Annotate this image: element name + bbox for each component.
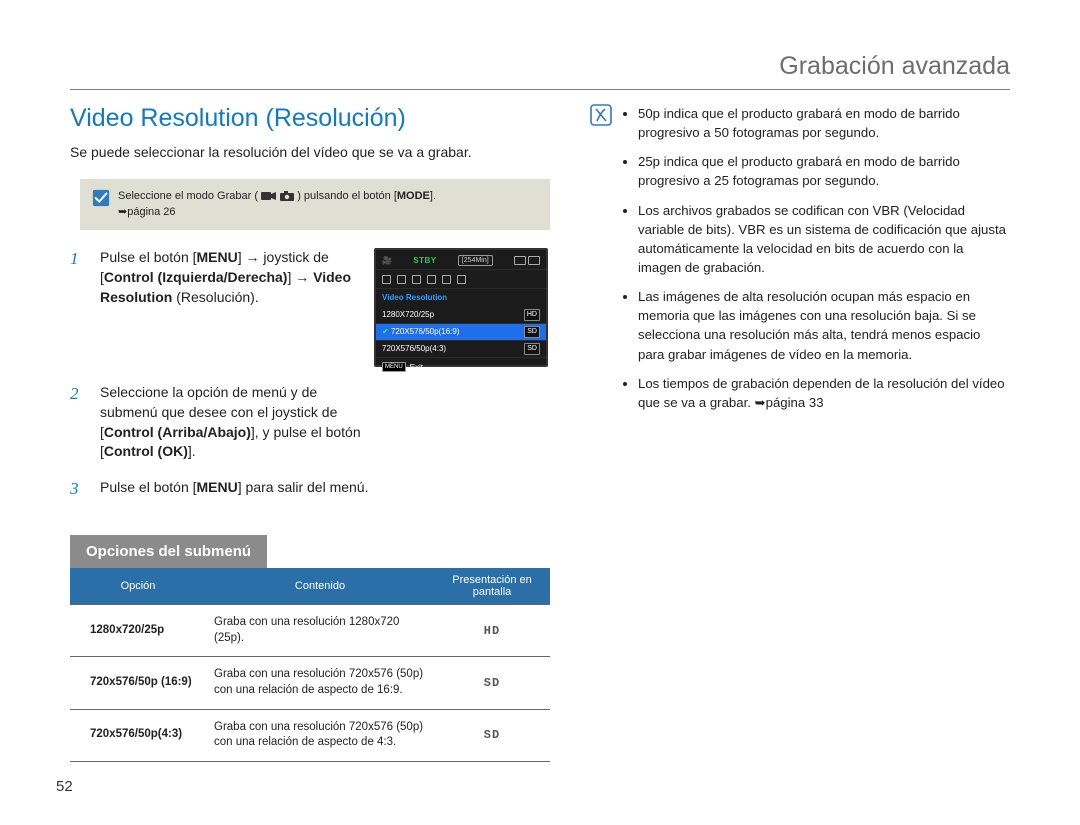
right-column: 50p indica que el producto grabará en mo… xyxy=(590,104,1010,762)
notes-list: 50p indica que el producto grabará en mo… xyxy=(620,104,1010,422)
lead-paragraph: Se puede seleccionar la resolución del v… xyxy=(70,143,550,163)
page-number: 52 xyxy=(56,778,73,795)
lcd-menu-title: Video Resolution xyxy=(376,289,546,306)
table-row: 1280x720/25p Graba con una resolución 12… xyxy=(70,605,550,657)
table-row: 720x576/50p (16:9) Graba con una resoluc… xyxy=(70,657,550,709)
step-2: 2 Seleccione la opción de menú y de subm… xyxy=(70,383,550,461)
status-icons xyxy=(514,256,540,265)
rec-mode-icon: 🎥 xyxy=(382,255,392,266)
section-title: Grabación avanzada xyxy=(70,52,1010,90)
page-ref: ➥página 26 xyxy=(118,206,176,218)
table-row: 720x576/50p(4:3) Graba con una resolució… xyxy=(70,709,550,761)
list-item: Los tiempos de grabación dependen de la … xyxy=(638,374,1010,412)
step-3: 3 Pulse el botón [MENU] para salir del m… xyxy=(70,478,550,498)
step-number: 2 xyxy=(70,383,88,461)
list-item: 25p indica que el producto grabará en mo… xyxy=(638,152,1010,190)
list-item: Los archivos grabados se codifican con V… xyxy=(638,201,1010,278)
remaining-time: [254Min] xyxy=(458,255,493,267)
th-option: Opción xyxy=(70,568,206,605)
step-1: 1 Pulse el botón [MENU] → joystick de [C… xyxy=(70,248,550,367)
lcd-item-selected: ✔ 720X576/50p(16:9)SD xyxy=(376,324,546,341)
two-column-layout: Video Resolution (Resolución) Se puede s… xyxy=(70,104,1010,762)
th-display: Presentación en pantalla xyxy=(434,568,550,605)
lcd-item: 720X576/50p(4:3)SD xyxy=(376,341,546,358)
steps-list: 1 Pulse el botón [MENU] → joystick de [C… xyxy=(70,248,550,497)
stby-label: STBY xyxy=(413,255,436,266)
photo-icon xyxy=(280,190,297,202)
step-number: 3 xyxy=(70,478,88,498)
th-content: Contenido xyxy=(206,568,434,605)
list-item: 50p indica que el producto grabará en mo… xyxy=(638,104,1010,142)
step-number: 1 xyxy=(70,248,88,367)
page-heading: Video Resolution (Resolución) xyxy=(70,104,550,133)
lcd-exit-hint: MENUExit xyxy=(376,358,546,377)
left-column: Video Resolution (Resolución) Se puede s… xyxy=(70,104,550,762)
step-1-body: Pulse el botón [MENU] → joystick de [Con… xyxy=(100,248,550,367)
mode-note-box: Seleccione el modo Grabar ( ) pulsando e… xyxy=(80,179,550,231)
video-icon xyxy=(261,190,280,202)
options-table: Opción Contenido Presentación en pantall… xyxy=(70,568,550,761)
mode-note-text: Seleccione el modo Grabar ( ) pulsando e… xyxy=(118,189,436,221)
check-icon xyxy=(92,189,110,207)
list-item: Las imágenes de alta resolución ocupan m… xyxy=(638,287,1010,364)
camera-lcd-preview: 🎥 STBY [254Min] Video Resolution 1280X72… xyxy=(374,248,548,367)
lcd-item: 1280X720/25pHD xyxy=(376,307,546,324)
info-icon xyxy=(590,104,612,131)
submenu-options-heading: Opciones del submenú xyxy=(70,535,267,568)
